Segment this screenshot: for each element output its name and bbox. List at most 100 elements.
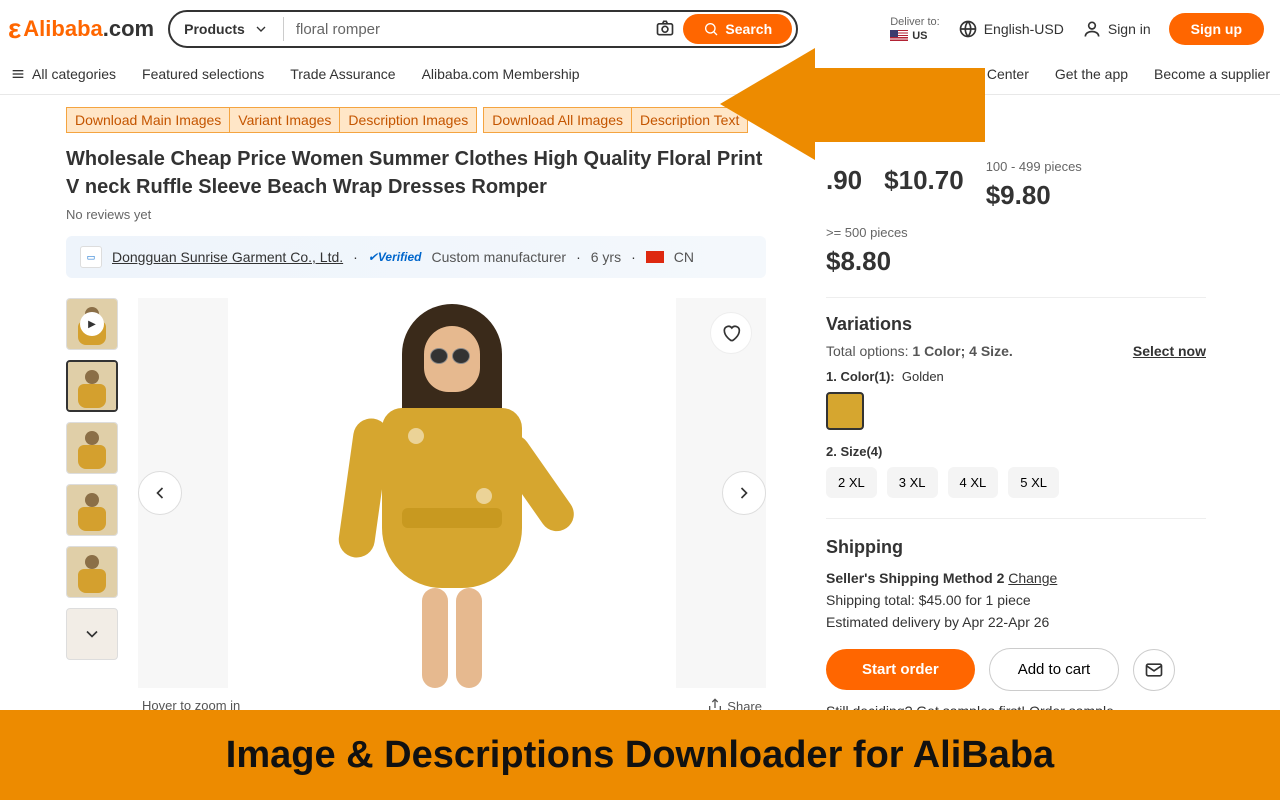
verified-badge: ✔Verified [368,250,422,264]
search-button[interactable]: Search [683,14,792,44]
start-order-button[interactable]: Start order [826,649,975,690]
product-left-column: Wholesale Cheap Price Women Summer Cloth… [66,139,766,719]
search-input[interactable] [284,21,648,38]
logo-text-2: .com [103,16,154,42]
shipping-section: Shipping Seller's Shipping Method 2 Chan… [826,518,1206,630]
chevron-down-icon [82,624,102,644]
thumb-video[interactable]: ▶ [66,298,118,350]
price-tier-3: 100 - 499 pieces $9.80 [986,159,1082,211]
ext-variant-images[interactable]: Variant Images [229,107,339,133]
chevron-down-icon [253,21,269,37]
alibaba-logo-icon: ε [8,13,21,45]
tier-qty: 100 - 499 pieces [986,159,1082,174]
nav-featured[interactable]: Featured selections [142,66,264,82]
sub-navigation: All categories Featured selections Trade… [0,58,1280,95]
size-options: 2 XL 3 XL 4 XL 5 XL [826,467,1206,498]
seller-type: Custom manufacturer [431,249,566,265]
main-image-area: Hover to zoom in Share [138,298,766,714]
deliver-label: Deliver to: [890,15,940,29]
contact-supplier-button[interactable] [1133,649,1175,691]
thumb-3[interactable] [66,422,118,474]
sign-in-label: Sign in [1108,21,1151,37]
sign-in-link[interactable]: Sign in [1082,19,1151,39]
mail-icon [1144,660,1164,680]
product-title: Wholesale Cheap Price Women Summer Cloth… [66,145,766,201]
shipping-eta: Estimated delivery by Apr 22-Apr 26 [826,614,1206,630]
ext-description-images[interactable]: Description Images [339,107,477,133]
gallery-prev-button[interactable] [138,471,182,515]
size-4xl[interactable]: 4 XL [948,467,999,498]
flag-us-icon [890,30,908,42]
price-tier-2: $10.70 [884,159,964,211]
thumbnail-strip: ▶ [66,298,122,714]
search-icon [703,21,719,37]
nav-membership[interactable]: Alibaba.com Membership [422,66,580,82]
ext-download-main-images[interactable]: Download Main Images [66,107,229,133]
search-bar: Products Search [168,10,798,48]
nav-become-supplier[interactable]: Become a supplier [1154,66,1270,82]
shipping-heading: Shipping [826,518,1206,558]
ext-group-1: Download Main Images Variant Images Desc… [66,107,477,133]
thumb-5[interactable] [66,546,118,598]
variations-heading: Variations [826,314,1206,335]
ext-group-2: Download All Images Description Text [483,107,748,133]
nav-trade-assurance[interactable]: Trade Assurance [290,66,395,82]
product-image-placeholder [332,298,572,688]
seller-years: 6 yrs [591,249,621,265]
deliver-to[interactable]: Deliver to: US [890,15,940,44]
product-right-column: .90 $10.70 100 - 499 pieces $9.80 >= 500… [826,139,1206,719]
nav-all-categories[interactable]: All categories [10,66,116,82]
camera-icon [655,18,675,38]
seller-name[interactable]: Dongguan Sunrise Garment Co., Ltd. [112,249,343,265]
extension-toolbar: Download Main Images Variant Images Desc… [0,95,1280,139]
thumb-more[interactable] [66,608,118,660]
language-currency[interactable]: English-USD [958,19,1064,39]
user-icon [1082,19,1102,39]
menu-icon [10,66,26,82]
color-attribute: 1. Color(1): Golden [826,369,1206,384]
search-category-label: Products [184,21,245,37]
price-tiers: .90 $10.70 100 - 499 pieces $9.80 >= 500… [826,159,1206,298]
nav-get-app[interactable]: Get the app [1055,66,1128,82]
tier-price: $9.80 [986,180,1082,211]
shipping-total: Shipping total: $45.00 for 1 piece [826,592,1206,608]
thumb-2[interactable] [66,360,118,412]
tier-price: .90 [826,165,862,196]
image-search-button[interactable] [647,18,683,41]
deliver-country: US [912,29,927,43]
variations-total: Total options: 1 Color; 4 Size. [826,343,1013,359]
logo-text-1: Alibaba [23,16,102,42]
variations-section: Variations Total options: 1 Color; 4 Siz… [826,314,1206,498]
site-logo[interactable]: ε Alibaba.com [8,13,154,45]
size-3xl[interactable]: 3 XL [887,467,938,498]
size-attribute: 2. Size(4) [826,444,1206,459]
reviews-summary: No reviews yet [66,207,766,222]
globe-icon [958,19,978,39]
price-tier-1: .90 [826,159,862,211]
heart-icon [721,323,741,343]
color-swatch-golden[interactable] [826,392,864,430]
seller-logo-icon: ▭ [80,246,102,268]
tier-qty: >= 500 pieces [826,225,1082,240]
seller-bar[interactable]: ▭ Dongguan Sunrise Garment Co., Ltd. · ✔… [66,236,766,278]
ext-download-all-images[interactable]: Download All Images [483,107,631,133]
add-to-cart-button[interactable]: Add to cart [989,648,1120,691]
sign-up-button[interactable]: Sign up [1169,13,1264,45]
size-2xl[interactable]: 2 XL [826,467,877,498]
nav-label: All categories [32,66,116,82]
lang-label: English-USD [984,21,1064,37]
search-category-dropdown[interactable]: Products [170,17,284,41]
annotation-arrow [720,48,985,158]
favorite-button[interactable] [710,312,752,354]
thumb-4[interactable] [66,484,118,536]
size-5xl[interactable]: 5 XL [1008,467,1059,498]
gallery-next-button[interactable] [722,471,766,515]
flag-cn-icon [646,251,664,263]
site-header: ε Alibaba.com Products Search Deliver to… [0,0,1280,58]
select-now-link[interactable]: Select now [1133,343,1206,359]
play-icon: ▶ [80,312,104,336]
tier-price: $8.80 [826,246,1082,277]
main-image[interactable] [138,298,766,688]
change-shipping-link[interactable]: Change [1008,570,1057,586]
price-tier-4: >= 500 pieces $8.80 [826,225,1082,277]
